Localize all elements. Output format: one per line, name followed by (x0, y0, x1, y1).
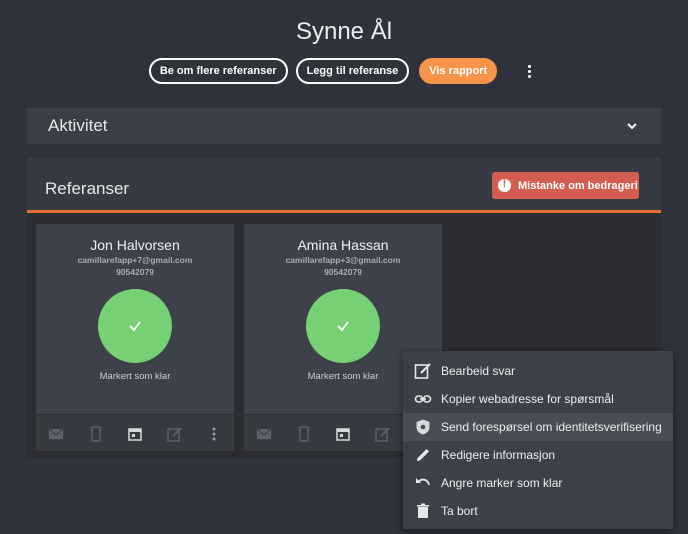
menu-item-identity-verification[interactable]: Send forespørsel om identitetsverifiseri… (403, 413, 673, 441)
alert-icon (498, 178, 511, 192)
reference-name: Jon Halvorsen (90, 237, 180, 253)
more-vert-icon[interactable] (206, 426, 222, 442)
aktivitet-panel[interactable]: Aktivitet (27, 108, 661, 144)
menu-item-edit-info[interactable]: Redigere informasjon (403, 441, 673, 469)
menu-item-undo-ready[interactable]: Angre marker som klar (403, 469, 673, 497)
link-icon (414, 395, 432, 403)
request-more-references-button[interactable]: Be om flere referanser (148, 58, 288, 84)
show-report-button[interactable]: Vis rapport (419, 58, 498, 84)
menu-item-label: Kopier webadresse for spørsmål (441, 392, 614, 406)
menu-item-label: Send forespørsel om identitetsverifiseri… (441, 420, 662, 434)
reference-context-menu: Bearbeid svar Kopier webadresse for spør… (403, 351, 673, 529)
chevron-down-icon[interactable] (625, 119, 639, 133)
menu-item-label: Bearbeid svar (441, 364, 516, 378)
trash-icon (417, 503, 429, 518)
reference-email: camillarefapp+7@gmail.com (77, 255, 193, 265)
referanser-label: Referanser (45, 179, 130, 198)
calendar-icon[interactable] (335, 426, 351, 442)
more-options-icon[interactable] (519, 58, 539, 84)
ready-status-circle (98, 289, 172, 363)
edit-note-icon (414, 363, 431, 379)
calendar-icon[interactable] (127, 426, 143, 442)
menu-item-label: Angre marker som klar (441, 476, 563, 490)
header-actions: Be om flere referanser Legg til referans… (0, 58, 688, 84)
menu-item-delete[interactable]: Ta bort (403, 497, 673, 525)
reference-phone: 90542079 (324, 267, 362, 277)
menu-item-edit-answers[interactable]: Bearbeid svar (403, 357, 673, 385)
reference-status: Markert som klar (99, 371, 171, 382)
phone-icon[interactable] (88, 426, 104, 442)
referanser-header: Referanser Mistanke om bedrageri (27, 158, 661, 213)
shield-icon (416, 419, 430, 435)
menu-item-label: Ta bort (441, 504, 478, 518)
reference-card: Jon Halvorsen camillarefapp+7@gmail.com … (36, 224, 234, 451)
check-icon (337, 321, 349, 332)
phone-icon[interactable] (296, 426, 312, 442)
menu-item-label: Redigere informasjon (441, 448, 556, 462)
page-title: Synne Ål (295, 18, 393, 45)
undo-icon (416, 478, 430, 486)
mail-icon[interactable] (48, 426, 64, 442)
add-reference-button[interactable]: Legg til referanse (295, 58, 410, 84)
reference-name: Amina Hassan (297, 237, 389, 253)
reference-email: camillarefapp+3@gmail.com (285, 255, 401, 265)
menu-item-copy-url[interactable]: Kopier webadresse for spørsmål (403, 385, 673, 413)
aktivitet-label: Aktivitet (48, 116, 108, 135)
ready-status-circle (306, 289, 380, 363)
edit-icon[interactable] (375, 426, 391, 442)
edit-icon[interactable] (167, 426, 183, 442)
card-toolbar (36, 414, 234, 451)
fraud-suspicion-button[interactable]: Mistanke om bedrageri (492, 172, 639, 199)
fraud-suspicion-label: Mistanke om bedrageri (518, 179, 638, 192)
reference-phone: 90542079 (116, 267, 154, 277)
check-icon (129, 321, 141, 332)
pencil-icon (417, 449, 429, 461)
mail-icon[interactable] (256, 426, 272, 442)
